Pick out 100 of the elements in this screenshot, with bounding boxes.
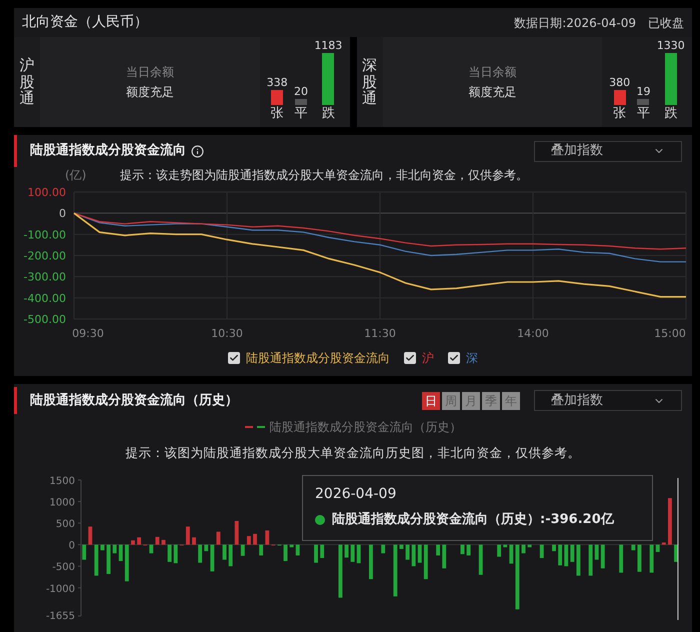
hint-text: 提示：该走势图为陆股通指数成分股大单资金流向，非北向资金，仅供参考。 [120, 167, 528, 184]
hint-text: 提示：该图为陆股通指数成分股大单资金流向历史图，非北向资金，仅供参考。 [126, 444, 580, 462]
x-axis-label: 11:30 [364, 327, 396, 340]
bar [344, 544, 348, 558]
count-bar [664, 53, 677, 105]
stock-count: 338 [266, 76, 288, 90]
bar [284, 544, 288, 562]
bar [369, 544, 373, 580]
bar [228, 544, 233, 566]
y-axis-label: -200.00 [24, 250, 66, 262]
data-date: 数据日期:2026-04-09 [514, 14, 636, 32]
bar [619, 544, 624, 573]
bar [497, 544, 502, 557]
bar [259, 544, 264, 556]
bar [393, 544, 398, 596]
x-axis-label: 15:00 [654, 327, 686, 340]
bar [656, 544, 660, 552]
info-icon[interactable] [191, 144, 204, 158]
bar [320, 544, 324, 558]
bar [246, 536, 251, 545]
bar [137, 537, 142, 545]
balance-value: 额度充足 [468, 84, 516, 101]
x-axis-label: 09:30 [72, 327, 104, 340]
legend-label: 深 [466, 350, 478, 367]
balance-value: 额度充足 [126, 84, 174, 101]
overlay-dropdown[interactable]: 叠加指数 [534, 390, 682, 411]
period-tab[interactable]: 日 [422, 392, 440, 410]
bar [668, 498, 672, 545]
y-axis-label: -500.00 [24, 313, 66, 326]
bar [558, 544, 562, 566]
bar [290, 544, 294, 548]
y-axis-label: -500 [52, 562, 75, 574]
bar [314, 544, 318, 563]
bar [82, 544, 86, 560]
bar [662, 542, 666, 545]
stock-count: 20 [294, 85, 308, 99]
bar [637, 544, 642, 572]
count-bar [294, 99, 307, 105]
stat-label: 平 [294, 105, 308, 123]
legend-label: 陆股通指数成分股资金流向（历史） [270, 419, 462, 436]
x-axis-label: 14:00 [517, 327, 549, 340]
bar [515, 544, 520, 610]
market-status: 已收盘 [648, 14, 684, 32]
panel-title: 北向资金（人民币） [22, 13, 148, 32]
y-axis-label: -300.00 [24, 270, 66, 284]
bar [442, 544, 446, 568]
bar [253, 534, 257, 545]
bar [174, 544, 178, 564]
legend-icon [244, 425, 264, 429]
bar [570, 544, 574, 562]
bar [381, 544, 386, 554]
bar [600, 544, 605, 568]
series-checkbox[interactable] [228, 352, 240, 364]
bar [124, 544, 129, 582]
channel-label: 深股通 [362, 57, 377, 107]
bar [186, 526, 190, 545]
bar [528, 544, 532, 548]
bar [204, 544, 208, 552]
channel-label: 沪股通 [20, 57, 34, 107]
stat-label: 跌 [664, 105, 678, 123]
y-axis-label: 1500 [50, 476, 75, 487]
stock-count: 380 [609, 76, 630, 90]
bar [338, 544, 342, 598]
y-axis-label: -1000 [46, 584, 75, 595]
bar [210, 544, 214, 572]
count-bar [322, 53, 334, 105]
x-axis-label: 10:30 [211, 327, 243, 340]
overlay-dropdown[interactable]: 叠加指数 [534, 140, 682, 162]
bar [356, 544, 361, 564]
bar [198, 544, 202, 563]
bar [118, 544, 123, 562]
tooltip-value: 陆股通指数成分股资金流向（历史）:-396.20亿 [332, 510, 614, 529]
bar [594, 544, 599, 560]
bar [350, 544, 355, 562]
bar [650, 544, 654, 573]
bar [588, 544, 593, 576]
bar [466, 544, 471, 556]
bar [222, 544, 226, 560]
y-axis-label: 100.00 [28, 186, 66, 199]
bar [155, 536, 160, 545]
series-checkbox[interactable] [448, 352, 460, 364]
y-axis-label: 500 [56, 519, 75, 530]
bar [131, 540, 135, 545]
series-checkbox[interactable] [404, 352, 416, 364]
bar [296, 544, 300, 556]
y-axis-label: 0 [59, 207, 66, 220]
stock-count: 1183 [314, 39, 342, 53]
bar [112, 544, 117, 554]
balance-label: 当日余额 [468, 64, 516, 81]
y-axis-label: 0 [68, 540, 75, 552]
bar [400, 544, 404, 549]
bar [216, 532, 220, 545]
count-bar [614, 90, 626, 105]
bar [436, 544, 440, 556]
bar [522, 544, 526, 554]
bar [631, 544, 636, 550]
bar [168, 544, 172, 562]
y-axis-label: 1000 [50, 498, 75, 509]
bar [674, 544, 678, 562]
stock-count: 19 [636, 85, 650, 99]
